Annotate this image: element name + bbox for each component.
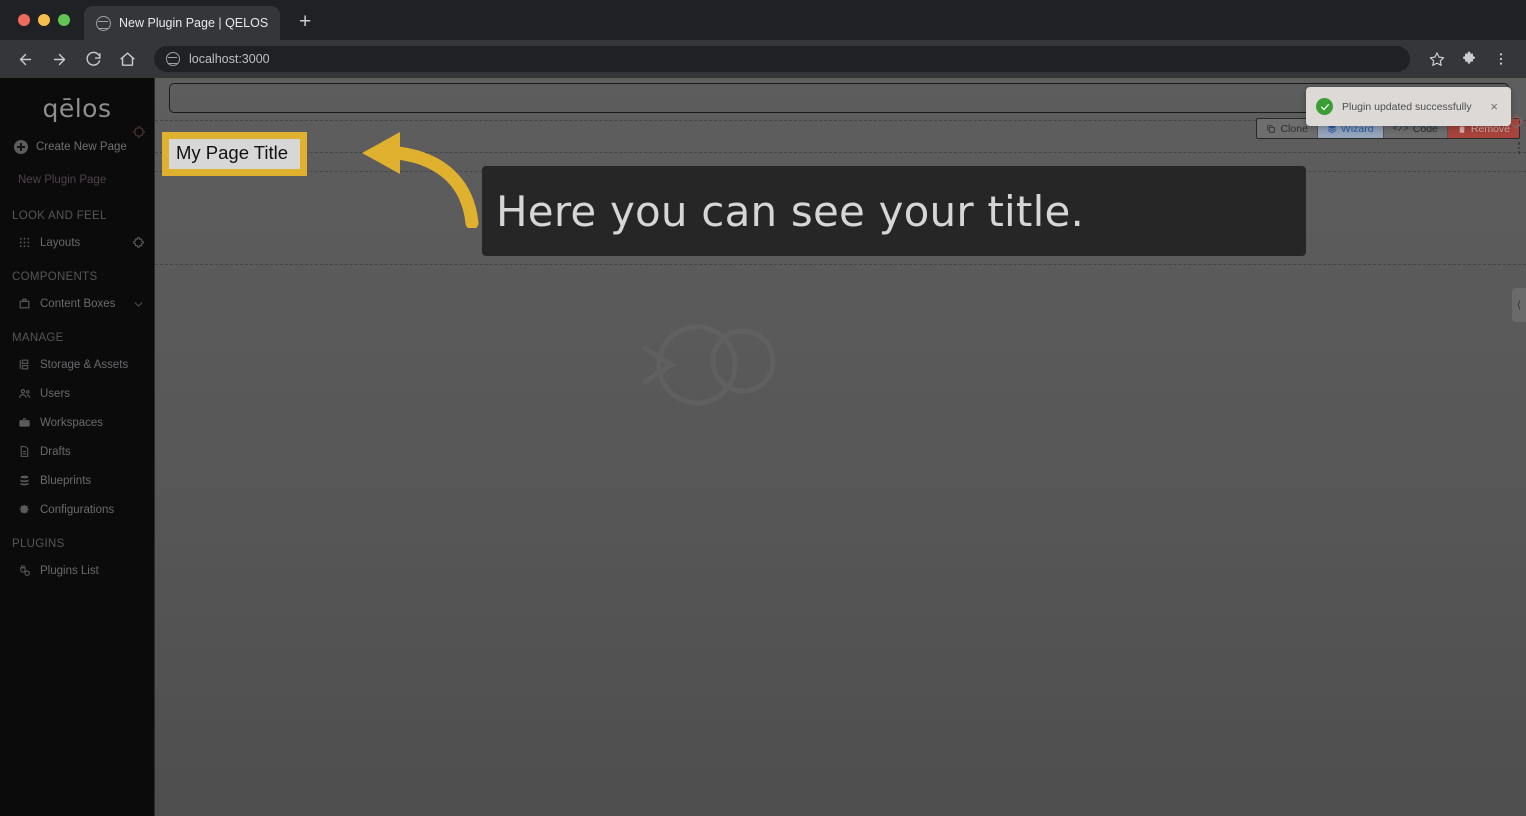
plug-icon <box>20 565 30 576</box>
star-icon[interactable] <box>1422 44 1452 74</box>
browser-tab-title: New Plugin Page | QELOS <box>119 16 269 30</box>
browser-tab[interactable]: New Plugin Page | QELOS <box>84 6 281 40</box>
briefcase-icon <box>19 418 30 427</box>
vertical-dots-icon[interactable] <box>1517 142 1520 154</box>
toast-message: Plugin updated successfully <box>1342 100 1472 113</box>
create-new-page-label: Create New Page <box>36 141 127 153</box>
sidebar-item-label: Plugins List <box>40 564 99 577</box>
back-arrow-icon[interactable] <box>10 44 40 74</box>
address-bar-text: localhost:3000 <box>189 52 270 66</box>
grid-icon <box>19 237 30 248</box>
success-check-icon <box>1316 98 1333 115</box>
gear-icon <box>19 504 29 514</box>
chevron-down-icon[interactable] <box>132 298 144 310</box>
chevron-left-icon: ⟨ <box>1517 299 1521 311</box>
grid-guide-line <box>155 264 1526 265</box>
sidebar-item-plugins-list[interactable]: Plugins List <box>0 556 154 585</box>
close-icon[interactable]: × <box>1487 98 1501 115</box>
sidebar-section-components: COMPONENTS <box>12 271 98 283</box>
page-title: My Page Title <box>176 142 289 163</box>
page-title-highlight[interactable]: My Page Title <box>162 132 308 176</box>
create-new-page-button[interactable]: Create New Page <box>0 130 154 164</box>
sidebar-item-label: Content Boxes <box>40 297 116 310</box>
sidebar-item-label: Storage & Assets <box>40 358 129 371</box>
storage-icon <box>19 359 29 370</box>
minimize-window-button[interactable] <box>38 14 50 26</box>
sidebar-section-plugins: PLUGINS <box>12 538 65 550</box>
sidebar-item-blueprints[interactable]: Blueprints <box>0 466 154 495</box>
sidebar-item-label: Drafts <box>40 445 71 458</box>
sidebar-item-configurations[interactable]: Configurations <box>0 495 154 524</box>
qelos-logo: qēlos <box>42 93 112 123</box>
qelos-watermark <box>625 313 795 423</box>
users-icon <box>19 389 30 398</box>
sidebar-item-layouts[interactable]: Layouts <box>0 228 154 257</box>
puzzle-piece-icon <box>132 126 146 140</box>
browser-window: New Plugin Page | QELOS + localhost:3000 <box>0 0 1526 816</box>
sidebar-item-users[interactable]: Users <box>0 379 154 408</box>
copy-icon <box>1267 124 1276 133</box>
home-icon[interactable] <box>112 44 142 74</box>
annotation-arrow-icon <box>340 123 480 230</box>
toast-notification: Plugin updated successfully × <box>1306 87 1511 126</box>
sidebar-section-manage: MANAGE <box>12 332 64 344</box>
sidebar-item-content-boxes[interactable]: Content Boxes <box>0 289 154 318</box>
browser-tabstrip: New Plugin Page | QELOS + <box>0 0 1526 40</box>
globe-icon <box>166 52 180 66</box>
app-sidebar: qēlos Create New Page New Plugin Page LO… <box>0 78 155 816</box>
box-icon <box>19 298 30 309</box>
clone-button-label: Clone <box>1280 122 1308 135</box>
sidebar-item-label: Workspaces <box>40 416 104 429</box>
document-icon <box>20 446 29 457</box>
close-window-button[interactable] <box>18 14 30 26</box>
sidebar-item-label: Users <box>40 387 71 400</box>
window-traffic-lights <box>10 14 84 40</box>
sidebar-item-label: Blueprints <box>40 474 92 487</box>
database-icon <box>20 475 29 486</box>
plus-circle-icon <box>14 140 28 154</box>
puzzle-piece-icon[interactable] <box>1454 44 1484 74</box>
three-dot-menu-icon[interactable] <box>1486 44 1516 74</box>
sidebar-item-new-plugin-page[interactable]: New Plugin Page <box>0 164 154 196</box>
globe-icon <box>96 15 111 31</box>
new-tab-button[interactable]: + <box>290 8 320 38</box>
sidebar-section-look-and-feel: LOOK AND FEEL <box>12 210 107 222</box>
sidebar-item-workspaces[interactable]: Workspaces <box>0 408 154 437</box>
annotation-callout-text: Here you can see your title. <box>496 186 1085 236</box>
app-viewport: qēlos Create New Page New Plugin Page LO… <box>0 78 1526 816</box>
sidebar-item-label: Configurations <box>40 503 115 516</box>
collapse-panel-handle[interactable]: ⟨ <box>1512 288 1526 322</box>
puzzle-piece-icon[interactable] <box>132 236 144 249</box>
browser-toolbar: localhost:3000 <box>0 40 1526 78</box>
maximize-window-button[interactable] <box>58 14 70 26</box>
forward-arrow-icon[interactable] <box>44 44 74 74</box>
sidebar-item-drafts[interactable]: Drafts <box>0 437 154 466</box>
annotation-callout: Here you can see your title. <box>482 166 1306 256</box>
sidebar-item-storage-assets[interactable]: Storage & Assets <box>0 350 154 379</box>
address-bar[interactable]: localhost:3000 <box>154 46 1410 72</box>
page-editor-canvas: Clone Wizard </> Code Remove ⟨ My Page T… <box>155 78 1526 816</box>
sidebar-item-label: Layouts <box>40 236 81 249</box>
toolbar-right-actions <box>1422 44 1516 74</box>
reload-icon[interactable] <box>78 44 108 74</box>
